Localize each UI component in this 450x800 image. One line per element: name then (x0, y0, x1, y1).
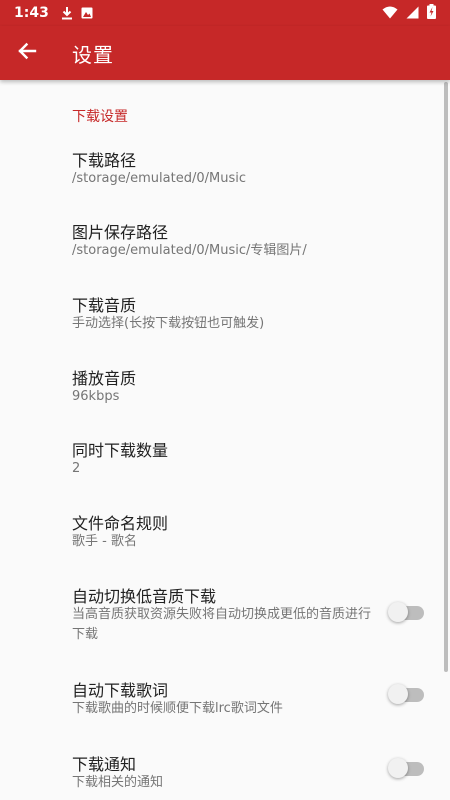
pref-title: 自动切换低音质下载 (72, 587, 217, 606)
battery-charging-icon (427, 3, 436, 23)
pref-summary: 2 (72, 461, 81, 476)
pref-summary: /storage/emulated/0/Music/专辑图片/ (72, 243, 307, 258)
app-bar: 设置 (0, 26, 450, 80)
pref-concurrent-downloads[interactable]: 同时下载数量 2 (0, 428, 450, 492)
switch-thumb (388, 684, 408, 704)
pref-title: 文件命名规则 (72, 514, 169, 533)
pref-title: 下载路径 (72, 151, 137, 170)
pref-title: 下载音质 (72, 296, 137, 315)
pref-title: 同时下载数量 (72, 441, 169, 460)
pref-summary: 当高音质获取资源失败将自动切换成更低的音质进行下载 (72, 607, 372, 642)
page-title: 设置 (72, 42, 114, 67)
back-button[interactable] (0, 26, 54, 80)
pref-title: 自动下载歌词 (72, 681, 169, 700)
status-bar: 1:43 (0, 0, 450, 26)
pref-summary: /storage/emulated/0/Music (72, 171, 246, 186)
scrollbar[interactable] (444, 82, 448, 672)
pref-title: 图片保存路径 (72, 223, 169, 242)
switch-thumb (388, 602, 408, 622)
pref-download-quality[interactable]: 下载音质 手动选择(长按下载按钮也可触发) (0, 283, 450, 347)
switch-thumb (388, 758, 408, 778)
pref-file-naming-rule[interactable]: 文件命名规则 歌手 - 歌名 (0, 501, 450, 565)
auto-switch-toggle[interactable] (388, 602, 424, 622)
pref-summary: 下载相关的通知 (72, 775, 164, 790)
wifi-icon (382, 4, 398, 23)
download-icon (61, 6, 73, 20)
pref-summary: 下载歌曲的时候顺便下载lrc歌词文件 (72, 701, 283, 716)
pref-playback-quality[interactable]: 播放音质 96kbps (0, 356, 450, 420)
settings-list[interactable]: 下载设置 下载路径 /storage/emulated/0/Music 图片保存… (0, 80, 450, 800)
pref-summary: 手动选择(长按下载按钮也可触发) (72, 316, 265, 331)
status-time: 1:43 (14, 5, 49, 21)
pref-auto-switch-low-quality[interactable]: 自动切换低音质下载 当高音质获取资源失败将自动切换成更低的音质进行下载 (0, 574, 450, 654)
pref-title: 下载通知 (72, 755, 137, 774)
pref-title: 播放音质 (72, 369, 137, 388)
photo-icon (81, 7, 93, 19)
pref-download-path[interactable]: 下载路径 /storage/emulated/0/Music (0, 138, 450, 202)
pref-summary: 96kbps (72, 389, 120, 404)
download-notification-toggle[interactable] (388, 758, 424, 778)
pref-auto-download-lyrics[interactable]: 自动下载歌词 下载歌曲的时候顺便下载lrc歌词文件 (0, 668, 450, 732)
pref-download-notification[interactable]: 下载通知 下载相关的通知 (0, 742, 450, 800)
arrow-back-icon (17, 41, 37, 65)
signal-icon (406, 4, 419, 23)
section-title-download: 下载设置 (72, 109, 128, 125)
pref-image-save-path[interactable]: 图片保存路径 /storage/emulated/0/Music/专辑图片/ (0, 210, 450, 274)
pref-summary: 歌手 - 歌名 (72, 534, 137, 549)
auto-download-lyrics-toggle[interactable] (388, 684, 424, 704)
